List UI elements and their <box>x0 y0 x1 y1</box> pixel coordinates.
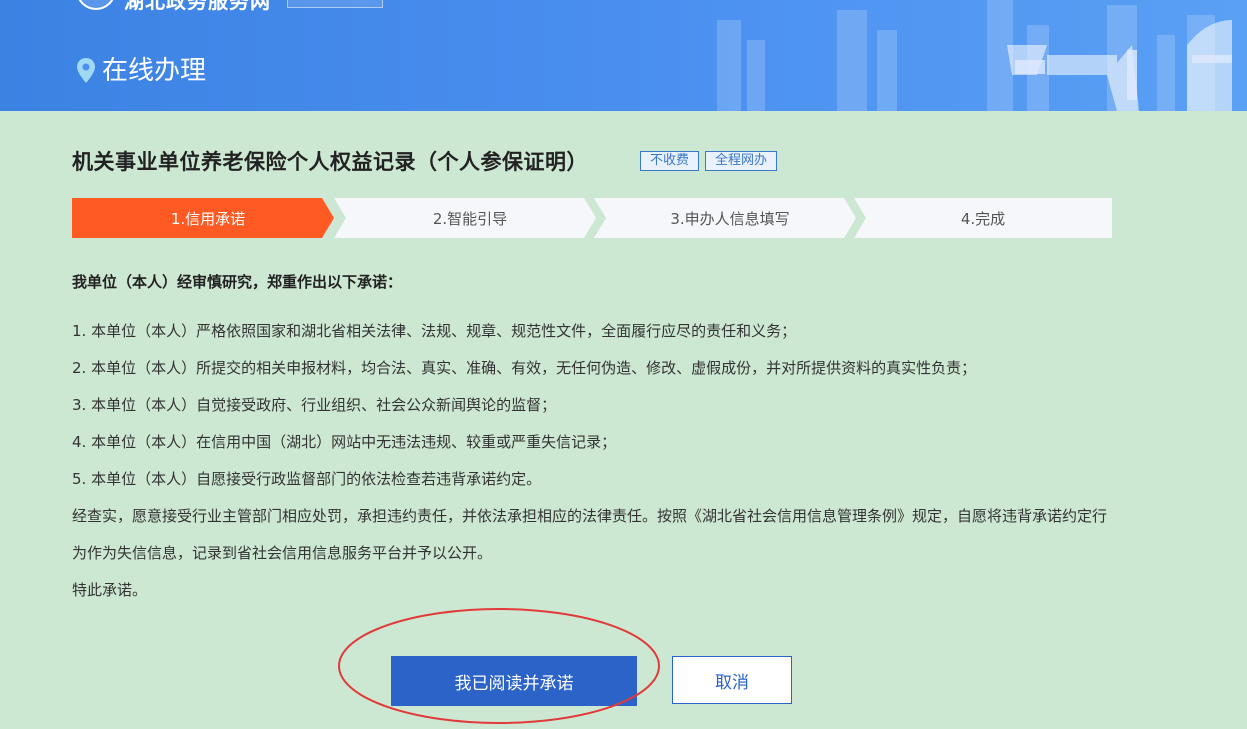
commitment-item: 3. 本单位（本人）自觉接受政府、行业组织、社会公众新闻舆论的监督； <box>72 396 557 414</box>
progress-steps: 1.信用承诺 2.智能引导 3.申办人信息填写 4.完成 <box>72 198 1112 238</box>
step-complete: 4.完成 <box>854 198 1112 238</box>
fee-badge: 不收费 <box>640 151 700 171</box>
agree-commit-button[interactable]: 我已阅读并承诺 <box>391 656 637 706</box>
commitment-item: 2. 本单位（本人）所提交的相关申报材料，均合法、真实、准确、有效，无任何伪造、… <box>72 359 977 377</box>
step-credit-commitment: 1.信用承诺 <box>72 198 344 238</box>
commitment-item: 4. 本单位（本人）在信用中国（湖北）网站中无违法违规、较重或严重失信记录； <box>72 433 617 451</box>
cancel-button[interactable]: 取消 <box>672 656 792 704</box>
step-applicant-info: 3.申办人信息填写 <box>594 198 866 238</box>
page-header: 湖北政务服务网 在线办理 <box>0 0 1247 111</box>
step-label: 3.申办人信息填写 <box>670 209 790 228</box>
page-title: 机关事业单位养老保险个人权益记录（个人参保证明） <box>72 150 588 174</box>
region-switch[interactable] <box>287 0 383 8</box>
step-label: 2.智能引导 <box>432 209 508 228</box>
site-logo-icon[interactable] <box>76 0 116 10</box>
commitment-heading: 我单位（本人）经审慎研究，郑重作出以下承诺： <box>72 273 403 291</box>
commitment-closing: 特此承诺。 <box>72 581 148 599</box>
location-pin-icon <box>77 58 95 83</box>
city-skyline-decoration <box>717 0 1232 111</box>
step-smart-guide: 2.智能引导 <box>334 198 606 238</box>
commitment-content: 我单位（本人）经审慎研究，郑重作出以下承诺： 1. 本单位（本人）严格依照国家和… <box>72 264 1117 609</box>
commitment-paragraph: 经查实，愿意接受行业主管部门相应处罚，承担违约责任，并依法承担相应的法律责任。按… <box>72 507 1108 562</box>
site-name[interactable]: 湖北政务服务网 <box>124 0 271 11</box>
section-title: 在线办理 <box>102 56 207 86</box>
online-badge: 全程网办 <box>705 151 778 171</box>
title-row: 机关事业单位养老保险个人权益记录（个人参保证明） 不收费 全程网办 <box>72 146 778 176</box>
commitment-item: 5. 本单位（本人）自愿接受行政监督部门的依法检查若违背承诺约定。 <box>72 470 542 488</box>
commitment-item: 1. 本单位（本人）严格依照国家和湖北省相关法律、法规、规章、规范性文件，全面履… <box>72 322 797 340</box>
section-location: 在线办理 <box>76 56 206 86</box>
step-label: 4.完成 <box>960 209 1006 228</box>
step-label: 1.信用承诺 <box>170 209 246 228</box>
